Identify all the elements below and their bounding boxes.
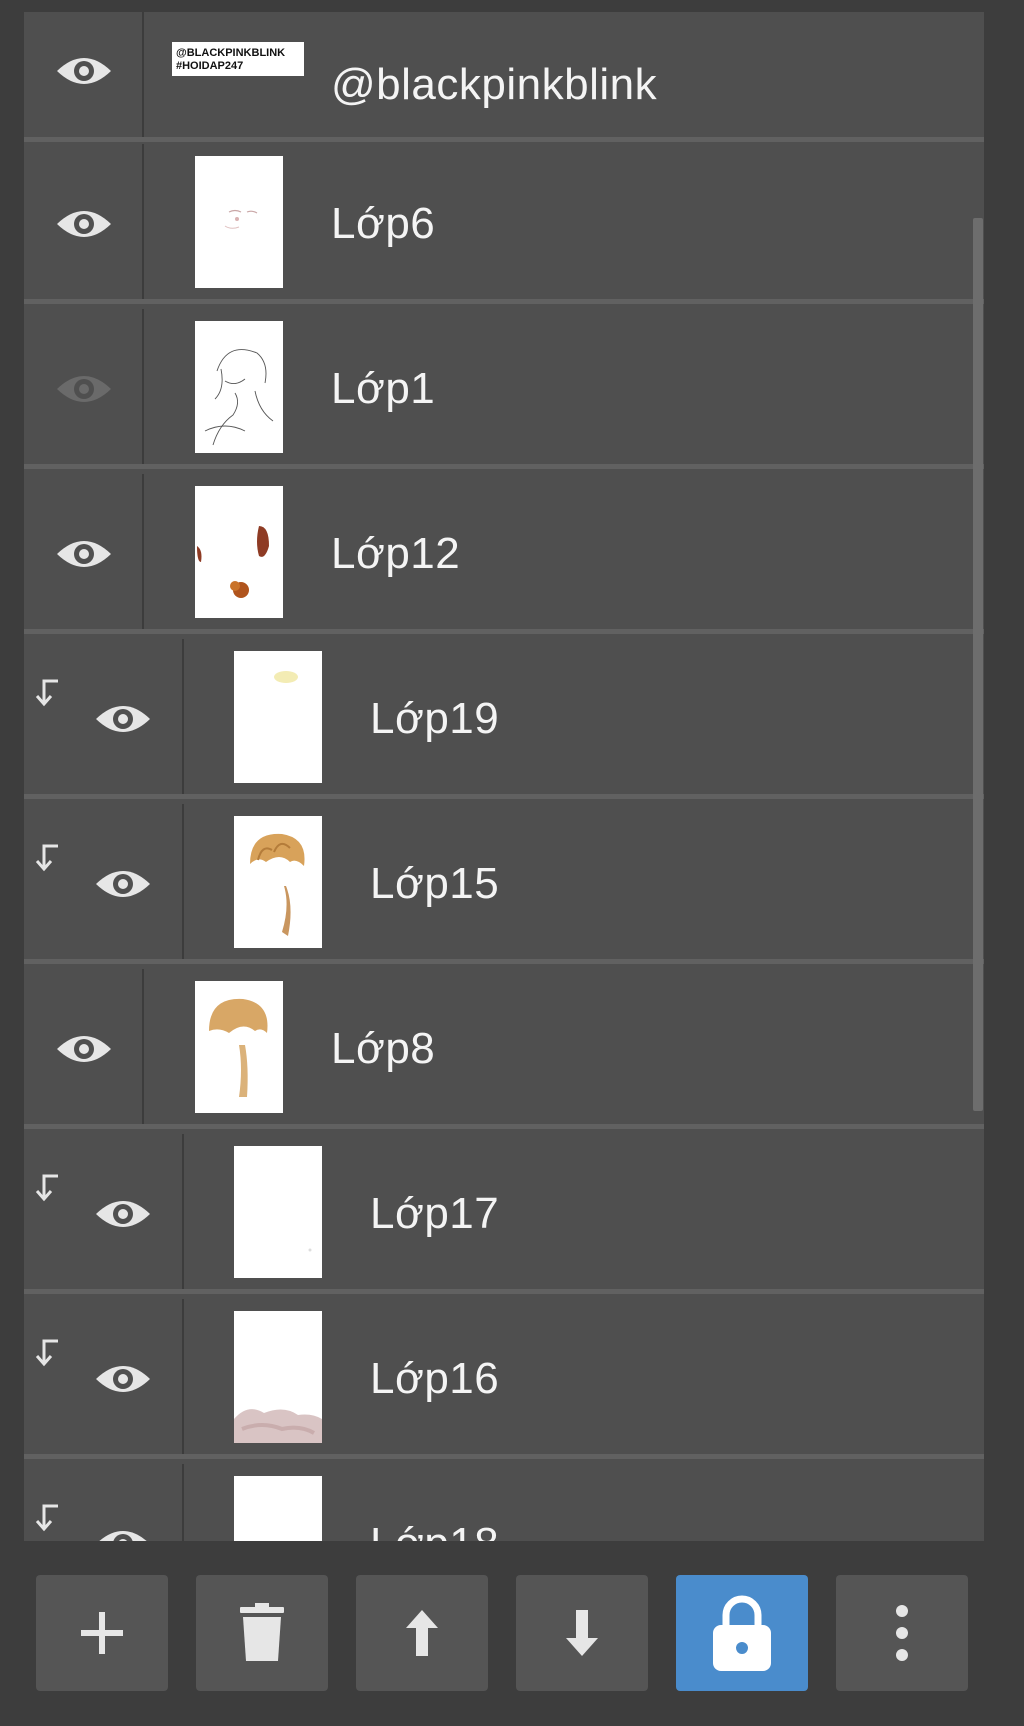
arrow-up-icon [406,1610,438,1656]
layer-row[interactable]: Lớp18 [24,1464,984,1541]
row-divider [182,1464,184,1541]
layer-thumbnail [195,486,283,618]
layer-row[interactable]: Lớp1 [24,309,984,469]
thumb-text-line-2: #HOIDAP247 [176,60,243,72]
row-separator [24,1289,984,1294]
eye-icon[interactable] [54,53,114,89]
more-vertical-icon [896,1605,908,1661]
layer-name: Lớp17 [370,1189,500,1238]
eye-icon[interactable] [93,1526,153,1541]
trash-icon [240,1603,284,1661]
layer-row[interactable]: Lớp17 [24,1134,984,1294]
eye-icon[interactable] [93,1196,153,1232]
plus-icon [81,1612,123,1654]
layer-thumbnail [234,1311,322,1443]
row-separator [24,629,984,634]
lock-icon [713,1595,771,1671]
row-divider [182,1299,184,1454]
layer-thumbnail: @BLACKPINKBLINK #HOIDAP247 [172,42,304,76]
row-separator [24,1454,984,1459]
clipping-arrow-icon [32,677,64,713]
more-options-button[interactable] [836,1575,968,1691]
clipping-arrow-icon [32,1502,64,1538]
eye-icon[interactable] [93,1361,153,1397]
row-separator [24,794,984,799]
layer-row[interactable]: Lớp16 [24,1299,984,1459]
layer-thumbnail [195,321,283,453]
layer-name: Lớp15 [370,859,500,908]
layer-name: Lớp6 [331,199,436,248]
add-layer-button[interactable] [36,1575,168,1691]
lock-layer-button[interactable] [676,1575,808,1691]
layer-thumbnail [234,1146,322,1278]
layer-row[interactable]: Lớp12 [24,474,984,634]
clipping-arrow-icon [32,1337,64,1373]
clipping-arrow-icon [32,842,64,878]
layer-row[interactable]: @BLACKPINKBLINK #HOIDAP247 @blackpinkbli… [24,12,984,142]
row-separator [24,137,984,142]
row-divider [142,474,144,629]
row-separator [24,464,984,469]
layers-scrollbar[interactable] [973,218,983,1111]
row-separator [24,1124,984,1129]
layer-thumbnail [234,1476,322,1541]
thumb-text-line-1: @BLACKPINKBLINK [176,47,285,59]
eye-icon[interactable] [54,206,114,242]
arrow-down-icon [566,1610,598,1656]
move-layer-up-button[interactable] [356,1575,488,1691]
row-divider [182,1134,184,1289]
row-divider [142,144,144,299]
layer-row[interactable]: Lớp8 [24,969,984,1129]
eye-icon[interactable] [93,866,153,902]
delete-layer-button[interactable] [196,1575,328,1691]
row-separator [24,299,984,304]
layer-name: Lớp16 [370,1354,500,1403]
layers-panel: @BLACKPINKBLINK #HOIDAP247 @blackpinkbli… [24,12,984,1541]
layer-name: Lớp18 [370,1519,499,1541]
layer-thumbnail [234,651,322,783]
eye-icon[interactable] [54,536,114,572]
layer-thumbnail [234,816,322,948]
layer-toolbar [0,1541,1024,1726]
layer-thumbnail [195,156,283,288]
row-divider [182,804,184,959]
row-divider [142,309,144,464]
layer-name: Lớp19 [370,694,500,743]
row-divider [182,639,184,794]
layer-row[interactable]: Lớp6 [24,144,984,304]
layer-name: @blackpinkblink [331,60,658,109]
clipping-arrow-icon [32,1172,64,1208]
row-divider [142,969,144,1124]
eye-icon[interactable] [93,701,153,737]
eye-icon[interactable] [54,371,114,407]
row-divider [142,12,144,137]
layer-row[interactable]: Lớp19 [24,639,984,799]
layer-name: Lớp8 [331,1024,436,1073]
layer-name: Lớp1 [331,364,436,413]
layer-thumbnail [195,981,283,1113]
move-layer-down-button[interactable] [516,1575,648,1691]
eye-icon[interactable] [54,1031,114,1067]
layer-row[interactable]: Lớp15 [24,804,984,964]
layer-name: Lớp12 [331,529,461,578]
row-separator [24,959,984,964]
